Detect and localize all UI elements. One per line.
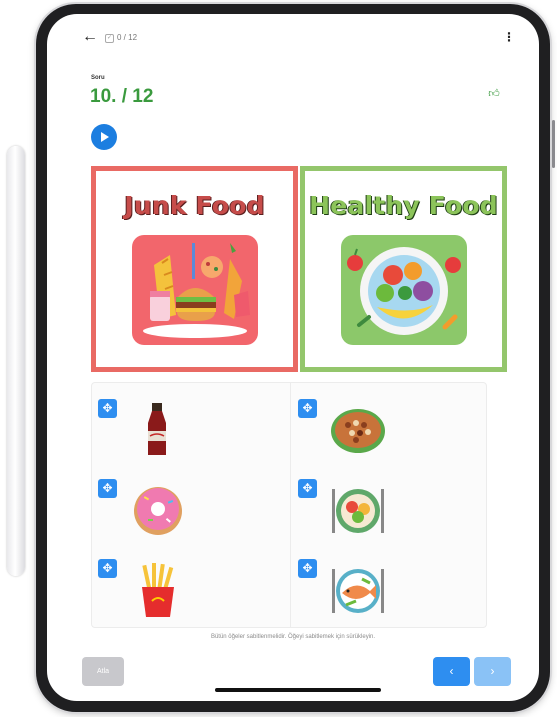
device-screen: ← ✓ 0 / 12 ⋮ Soru 10. / 12 👍︎ Junk Food — [47, 14, 539, 701]
question-number: 10. / 12 — [90, 86, 154, 107]
drag-handle-icon[interactable]: ✥ — [298, 559, 317, 578]
junk-food-illustration — [132, 235, 258, 345]
skip-button[interactable]: Atla — [82, 657, 124, 686]
bowl-of-beans-icon — [331, 409, 385, 453]
draggable-item-plate[interactable]: ✥ — [298, 479, 398, 541]
drag-handle-icon[interactable]: ✥ — [298, 479, 317, 498]
draggable-item-fries[interactable]: ✥ — [98, 559, 198, 621]
draggable-item-cola[interactable]: ✥ — [98, 399, 198, 461]
category-junk-food[interactable]: Junk Food — [91, 166, 298, 372]
thumbs-up-icon[interactable]: 👍︎ — [487, 87, 501, 101]
next-button[interactable]: › — [474, 657, 511, 686]
previous-button[interactable]: ‹ — [433, 657, 470, 686]
top-bar: ← ✓ 0 / 12 ⋮ — [47, 14, 539, 60]
items-divider — [290, 383, 291, 627]
cola-bottle-icon — [148, 403, 166, 455]
donut-icon — [134, 487, 182, 535]
french-fries-icon — [142, 563, 174, 617]
draggable-item-beans[interactable]: ✥ — [298, 399, 398, 461]
question-label: Soru — [91, 75, 105, 81]
instruction-hint: Bütün öğeler sabitlenmelidir. Öğeyi sabi… — [210, 634, 376, 640]
apple-pencil — [7, 146, 25, 576]
arrow-left-icon[interactable]: ← — [81, 28, 99, 46]
checkbox-icon: ✓ — [105, 33, 114, 43]
draggable-items-area: ✥ ✥ ✥ ✥ ✥ ✥ — [91, 382, 487, 628]
category-card-body: Healthy Food — [305, 171, 502, 367]
healthy-food-illustration — [341, 235, 467, 345]
drag-handle-icon[interactable]: ✥ — [98, 399, 117, 418]
device-side-button — [552, 120, 555, 168]
more-vertical-icon[interactable]: ⋮ — [501, 28, 517, 46]
category-title: Junk Food — [124, 191, 265, 220]
play-button[interactable] — [91, 124, 117, 150]
drag-handle-icon[interactable]: ✥ — [98, 559, 117, 578]
progress-indicator: ✓ 0 / 12 — [105, 32, 137, 44]
draggable-item-fish[interactable]: ✥ — [298, 559, 398, 621]
category-title: Healthy Food — [309, 191, 498, 220]
progress-text: 0 / 12 — [117, 33, 138, 42]
category-healthy-food[interactable]: Healthy Food — [300, 166, 507, 372]
drag-handle-icon[interactable]: ✥ — [98, 479, 117, 498]
home-indicator[interactable] — [215, 688, 381, 692]
fish-plate-icon — [332, 569, 384, 613]
plate-of-food-icon — [332, 489, 384, 533]
draggable-item-donut[interactable]: ✥ — [98, 479, 198, 541]
drag-handle-icon[interactable]: ✥ — [298, 399, 317, 418]
category-card-body: Junk Food — [96, 171, 293, 367]
